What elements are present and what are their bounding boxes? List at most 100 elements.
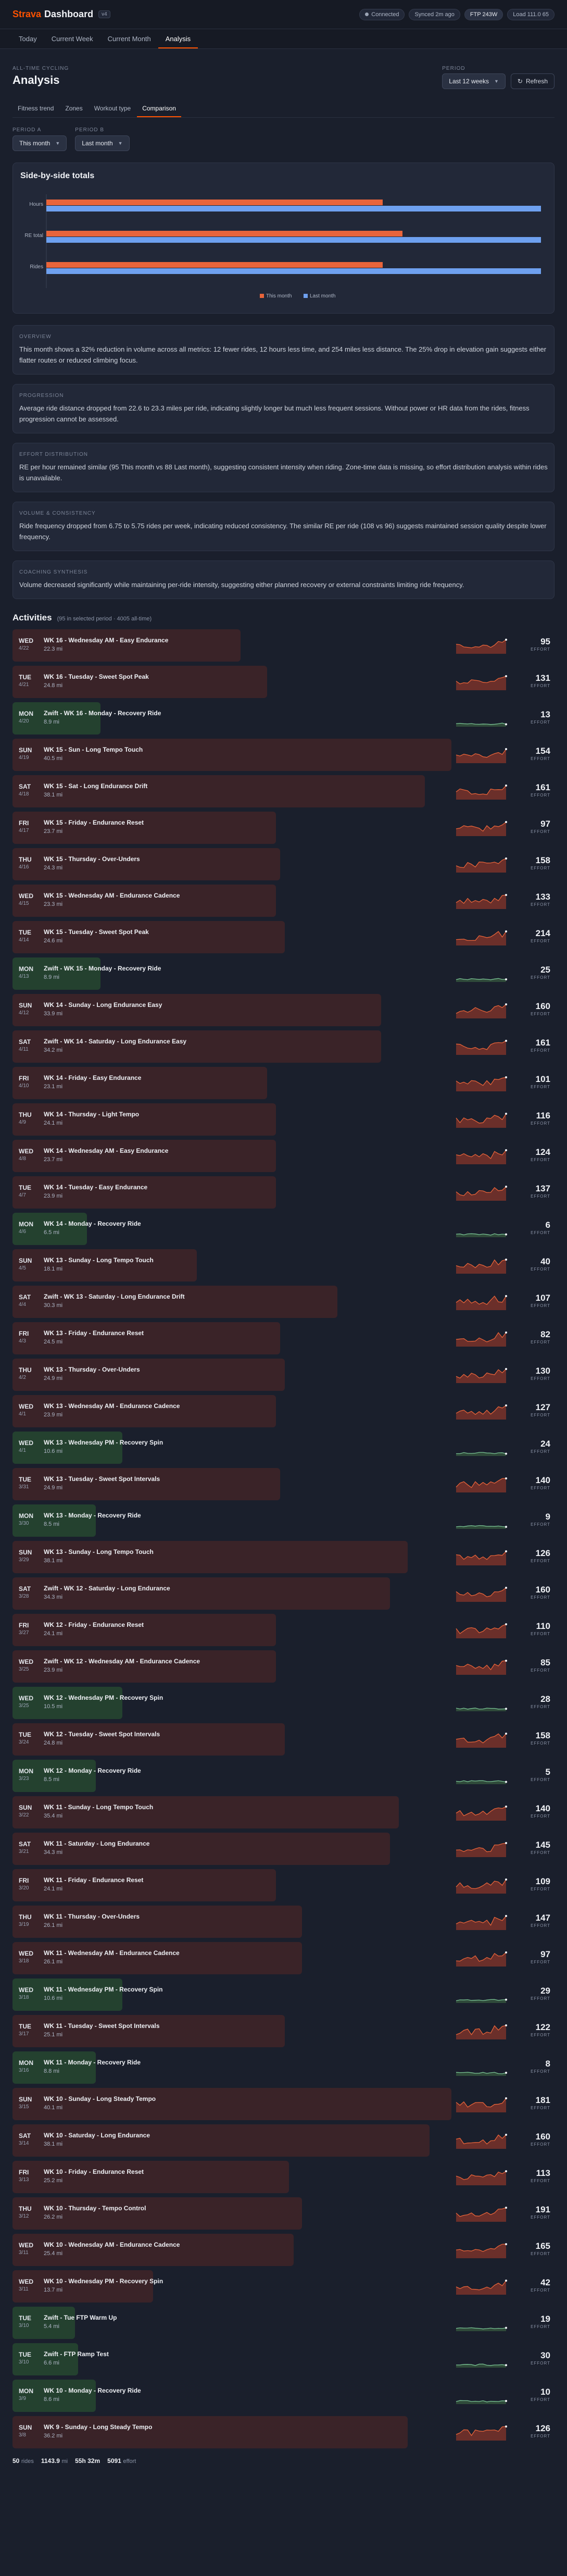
activity-row[interactable]: WED 4/15 WK 15 - Wednesday AM - Endurance … [12, 885, 555, 921]
activity-row[interactable]: TUE 3/10 Zwift - FTP Ramp Test 6.6 mi 30 EFFO… [12, 2343, 555, 2380]
activity-name[interactable]: WK 15 - Sat - Long Endurance Drift [44, 782, 147, 790]
activity-row[interactable]: FRI 4/17 WK 15 - Friday - Endurance Reset 2… [12, 812, 555, 848]
activity-row[interactable]: THU 4/9 WK 14 - Thursday - Light Tempo 24.1… [12, 1103, 555, 1140]
activity-name[interactable]: WK 13 - Friday - Endurance Reset [44, 1329, 144, 1337]
activity-row[interactable]: WED 4/8 WK 14 - Wednesday AM - Easy Endura… [12, 1140, 555, 1176]
activity-row[interactable]: WED 4/1 WK 13 - Wednesday AM - Endurance C… [12, 1395, 555, 1432]
activity-row[interactable]: SAT 3/21 WK 11 - Saturday - Long Endurance… [12, 1833, 555, 1869]
period-select[interactable]: Last 12 weeks ▼ [442, 73, 506, 89]
activity-row[interactable]: WED 3/18 WK 11 - Wednesday AM - Endurance … [12, 1942, 555, 1978]
activity-name[interactable]: WK 11 - Tuesday - Sweet Spot Intervals [44, 2022, 160, 2030]
activity-name[interactable]: WK 14 - Friday - Easy Endurance [44, 1074, 141, 1081]
activity-name[interactable]: Zwift - WK 12 - Saturday - Long Enduranc… [44, 1585, 170, 1592]
activity-name[interactable]: Zwift - WK 14 - Saturday - Long Enduranc… [44, 1038, 186, 1045]
activity-name[interactable]: WK 13 - Wednesday AM - Endurance Cadence [44, 1402, 180, 1410]
refresh-button[interactable]: ↻ Refresh [510, 73, 555, 89]
activity-row[interactable]: SAT 3/14 WK 10 - Saturday - Long Endurance… [12, 2124, 555, 2161]
activity-name[interactable]: WK 14 - Thursday - Light Tempo [44, 1111, 139, 1118]
subtab-workout-type[interactable]: Workout type [89, 101, 136, 117]
activity-name[interactable]: WK 11 - Wednesday PM - Recovery Spin [44, 1986, 163, 1993]
activity-row[interactable]: THU 3/12 WK 10 - Thursday - Tempo Control 2… [12, 2197, 555, 2234]
activity-row[interactable]: SUN 3/29 WK 13 - Sunday - Long Tempo Touch… [12, 1541, 555, 1577]
activity-name[interactable]: WK 14 - Tuesday - Easy Endurance [44, 1184, 147, 1191]
activity-name[interactable]: WK 10 - Friday - Endurance Reset [44, 2168, 144, 2175]
tab-analysis[interactable]: Analysis [158, 29, 198, 48]
subtab-zones[interactable]: Zones [60, 101, 87, 117]
activity-name[interactable]: WK 13 - Wednesday PM - Recovery Spin [44, 1439, 163, 1446]
activity-row[interactable]: SUN 3/22 WK 11 - Sunday - Long Tempo Touch… [12, 1796, 555, 1833]
activity-row[interactable]: FRI 4/10 WK 14 - Friday - Easy Endurance 23… [12, 1067, 555, 1103]
activity-name[interactable]: WK 11 - Wednesday AM - Endurance Cadence [44, 1949, 180, 1957]
activity-row[interactable]: SAT 4/11 Zwift - WK 14 - Saturday - Long E… [12, 1030, 555, 1067]
activity-name[interactable]: WK 10 - Wednesday AM - Endurance Cadence [44, 2241, 180, 2248]
activity-name[interactable]: WK 14 - Sunday - Long Endurance Easy [44, 1001, 162, 1009]
subtab-comparison[interactable]: Comparison [137, 101, 181, 117]
activity-name[interactable]: WK 16 - Wednesday AM - Easy Endurance [44, 637, 168, 644]
activity-name[interactable]: WK 15 - Friday - Endurance Reset [44, 819, 144, 826]
activity-row[interactable]: SUN 3/8 WK 9 - Sunday - Long Steady Tempo 3… [12, 2416, 555, 2453]
activity-name[interactable]: Zwift - Tue FTP Warm Up [44, 2314, 117, 2321]
activity-name[interactable]: WK 15 - Tuesday - Sweet Spot Peak [44, 928, 149, 936]
activity-name[interactable]: WK 15 - Thursday - Over-Unders [44, 855, 140, 863]
activity-row[interactable]: TUE 4/7 WK 14 - Tuesday - Easy Endurance 23… [12, 1176, 555, 1213]
activity-name[interactable]: WK 10 - Wednesday PM - Recovery Spin [44, 2278, 163, 2285]
activity-name[interactable]: WK 9 - Sunday - Long Steady Tempo [44, 2423, 152, 2431]
activity-row[interactable]: WED 3/18 WK 11 - Wednesday PM - Recovery S… [12, 1978, 555, 2015]
activity-row[interactable]: FRI 3/27 WK 12 - Friday - Endurance Reset 2… [12, 1614, 555, 1650]
activity-row[interactable]: MON 3/9 WK 10 - Monday - Recovery Ride 8.6 … [12, 2380, 555, 2416]
activity-name[interactable]: WK 13 - Sunday - Long Tempo Touch [44, 1256, 154, 1264]
activity-row[interactable]: MON 4/13 Zwift - WK 15 - Monday - Recovery… [12, 957, 555, 994]
activity-name[interactable]: WK 11 - Friday - Endurance Reset [44, 1876, 143, 1884]
activity-row[interactable]: THU 4/16 WK 15 - Thursday - Over-Unders 24.… [12, 848, 555, 885]
activity-name[interactable]: WK 10 - Thursday - Tempo Control [44, 2205, 146, 2212]
activity-row[interactable]: WED 3/11 WK 10 - Wednesday PM - Recovery S… [12, 2270, 555, 2307]
activity-name[interactable]: WK 10 - Saturday - Long Endurance [44, 2132, 150, 2139]
activity-row[interactable]: WED 4/1 WK 13 - Wednesday PM - Recovery Sp… [12, 1432, 555, 1468]
activity-name[interactable]: WK 12 - Friday - Endurance Reset [44, 1621, 144, 1628]
activity-row[interactable]: SUN 3/15 WK 10 - Sunday - Long Steady Temp… [12, 2088, 555, 2124]
activity-row[interactable]: SAT 3/28 Zwift - WK 12 - Saturday - Long E… [12, 1577, 555, 1614]
activity-row[interactable]: SUN 4/5 WK 13 - Sunday - Long Tempo Touch 1… [12, 1249, 555, 1286]
activity-name[interactable]: Zwift - WK 13 - Saturday - Long Enduranc… [44, 1293, 185, 1300]
period-a-select[interactable]: This month ▼ [12, 135, 67, 151]
activity-name[interactable]: WK 10 - Monday - Recovery Ride [44, 2387, 141, 2394]
activity-row[interactable]: WED 3/25 WK 12 - Wednesday PM - Recovery S… [12, 1687, 555, 1723]
activity-row[interactable]: MON 4/20 Zwift - WK 16 - Monday - Recovery… [12, 702, 555, 739]
activity-name[interactable]: WK 15 - Wednesday AM - Endurance Cadence [44, 892, 180, 899]
activity-name[interactable]: WK 13 - Monday - Recovery Ride [44, 1512, 141, 1519]
subtab-fitness-trend[interactable]: Fitness trend [12, 101, 59, 117]
tab-current-week[interactable]: Current Week [44, 29, 100, 48]
activity-name[interactable]: Zwift - WK 16 - Monday - Recovery Ride [44, 710, 161, 717]
activity-row[interactable]: TUE 4/21 WK 16 - Tuesday - Sweet Spot Peak… [12, 666, 555, 702]
activity-name[interactable]: WK 14 - Monday - Recovery Ride [44, 1220, 141, 1227]
activity-row[interactable]: SUN 4/12 WK 14 - Sunday - Long Endurance E… [12, 994, 555, 1030]
activity-name[interactable]: WK 14 - Wednesday AM - Easy Endurance [44, 1147, 168, 1154]
activity-row[interactable]: TUE 3/17 WK 11 - Tuesday - Sweet Spot Inte… [12, 2015, 555, 2051]
activity-name[interactable]: WK 11 - Monday - Recovery Ride [44, 2059, 141, 2066]
activity-row[interactable]: MON 3/23 WK 12 - Monday - Recovery Ride 8.5… [12, 1760, 555, 1796]
activity-name[interactable]: WK 12 - Tuesday - Sweet Spot Intervals [44, 1731, 160, 1738]
activity-name[interactable]: WK 11 - Thursday - Over-Unders [44, 1913, 140, 1920]
period-b-select[interactable]: Last month ▼ [75, 135, 130, 151]
activity-row[interactable]: THU 4/2 WK 13 - Thursday - Over-Unders 24.9… [12, 1359, 555, 1395]
activity-name[interactable]: WK 10 - Sunday - Long Steady Tempo [44, 2095, 156, 2102]
activity-row[interactable]: WED 4/22 WK 16 - Wednesday AM - Easy Endur… [12, 629, 555, 666]
activity-row[interactable]: TUE 3/31 WK 13 - Tuesday - Sweet Spot Inte… [12, 1468, 555, 1504]
activity-row[interactable]: TUE 3/24 WK 12 - Tuesday - Sweet Spot Inte… [12, 1723, 555, 1760]
activity-row[interactable]: TUE 3/10 Zwift - Tue FTP Warm Up 5.4 mi 19 EF… [12, 2307, 555, 2343]
activity-name[interactable]: Zwift - WK 12 - Wednesday AM - Endurance… [44, 1658, 200, 1665]
activity-name[interactable]: WK 12 - Monday - Recovery Ride [44, 1767, 141, 1774]
activity-name[interactable]: WK 11 - Saturday - Long Endurance [44, 1840, 149, 1847]
tab-today[interactable]: Today [11, 29, 44, 48]
activity-name[interactable]: WK 12 - Wednesday PM - Recovery Spin [44, 1694, 163, 1701]
activity-name[interactable]: WK 15 - Sun - Long Tempo Touch [44, 746, 143, 753]
activity-row[interactable]: MON 3/16 WK 11 - Monday - Recovery Ride 8.8… [12, 2051, 555, 2088]
activity-row[interactable]: SUN 4/19 WK 15 - Sun - Long Tempo Touch 40.… [12, 739, 555, 775]
activity-row[interactable]: FRI 3/13 WK 10 - Friday - Endurance Reset 2… [12, 2161, 555, 2197]
tab-current-month[interactable]: Current Month [100, 29, 158, 48]
activity-name[interactable]: WK 13 - Thursday - Over-Unders [44, 1366, 140, 1373]
activity-row[interactable]: FRI 4/3 WK 13 - Friday - Endurance Reset 24… [12, 1322, 555, 1359]
activity-name[interactable]: WK 11 - Sunday - Long Tempo Touch [44, 1803, 153, 1811]
activity-row[interactable]: SAT 4/18 WK 15 - Sat - Long Endurance Drif… [12, 775, 555, 812]
activity-row[interactable]: WED 3/25 Zwift - WK 12 - Wednesday AM - En… [12, 1650, 555, 1687]
